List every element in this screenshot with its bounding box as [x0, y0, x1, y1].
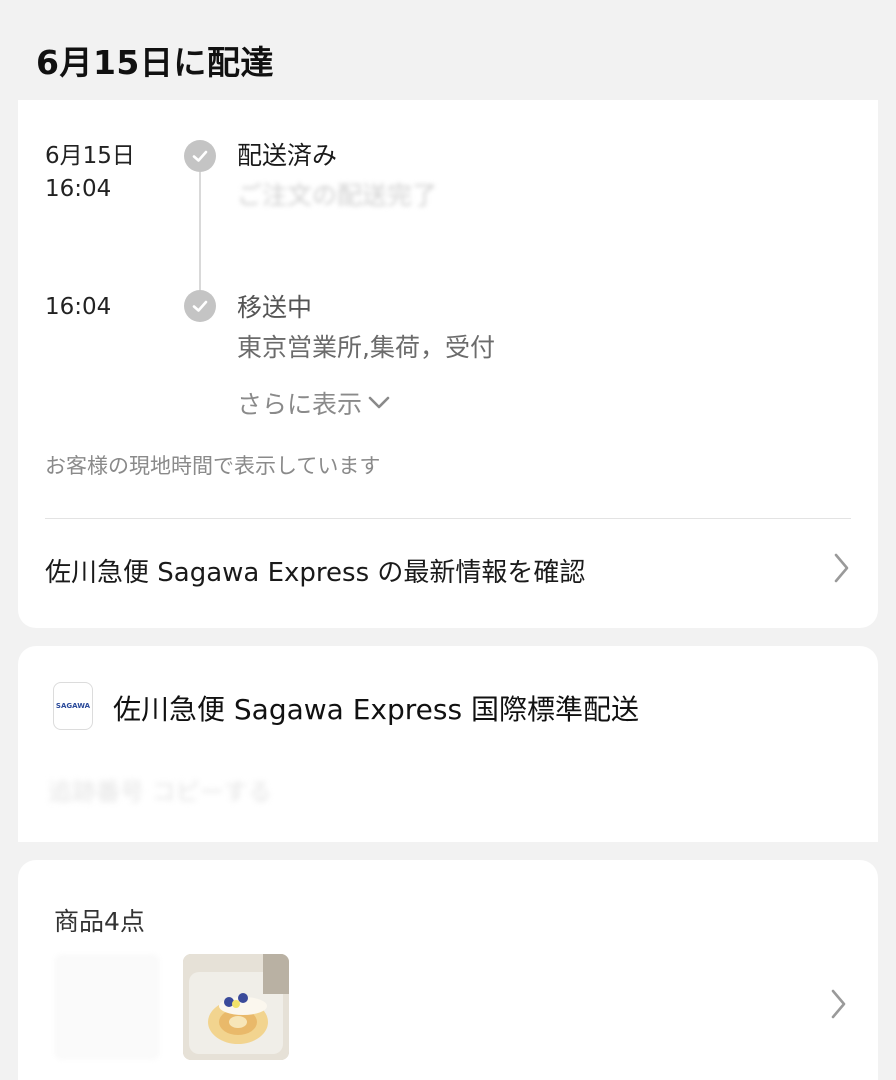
event-time: 16:04 — [45, 176, 112, 202]
event-detail: ご注文の配送完了 — [237, 181, 438, 210]
carrier-name: 佐川急便 Sagawa Express 国際標準配送 — [113, 693, 639, 726]
item-thumbnail[interactable] — [54, 954, 160, 1060]
timeline-connector — [199, 172, 201, 292]
items-title: 商品4点 — [54, 907, 145, 936]
item-thumbnail[interactable] — [183, 954, 289, 1060]
chevron-down-icon — [366, 389, 392, 418]
latest-info-link[interactable]: 佐川急便 Sagawa Express の最新情報を確認 — [45, 530, 851, 610]
event-detail: 東京営業所,集荷，受付 — [237, 333, 495, 362]
latest-info-label: 佐川急便 Sagawa Express の最新情報を確認 — [45, 557, 586, 588]
chevron-right-icon[interactable] — [828, 988, 848, 1024]
show-more-label: さらに表示 — [237, 390, 363, 419]
check-circle-icon — [184, 140, 216, 172]
carrier-logo-text: SAGAWA — [55, 702, 91, 710]
carrier-logo: SAGAWA — [53, 682, 93, 730]
page-title: 6月15日に配達 — [36, 43, 274, 82]
event-status: 配送済み — [237, 141, 338, 170]
divider — [45, 518, 851, 519]
check-circle-icon — [184, 290, 216, 322]
chevron-right-icon — [831, 552, 851, 588]
timezone-note: お客様の現地時間で表示しています — [45, 454, 381, 478]
tracking-card: 6月15日 16:04 配送済み ご注文の配送完了 16:04 移送中 東京営業… — [18, 100, 878, 628]
event-date: 6月15日 — [45, 143, 135, 169]
carrier-card: SAGAWA 佐川急便 Sagawa Express 国際標準配送 追跡番号 コ… — [18, 646, 878, 842]
event-time: 16:04 — [45, 294, 112, 320]
items-card[interactable]: 商品4点 — [18, 860, 878, 1080]
event-status: 移送中 — [237, 293, 313, 322]
tracking-number: 追跡番号 コピーする — [48, 778, 272, 806]
show-more-button[interactable]: さらに表示 — [237, 385, 392, 421]
